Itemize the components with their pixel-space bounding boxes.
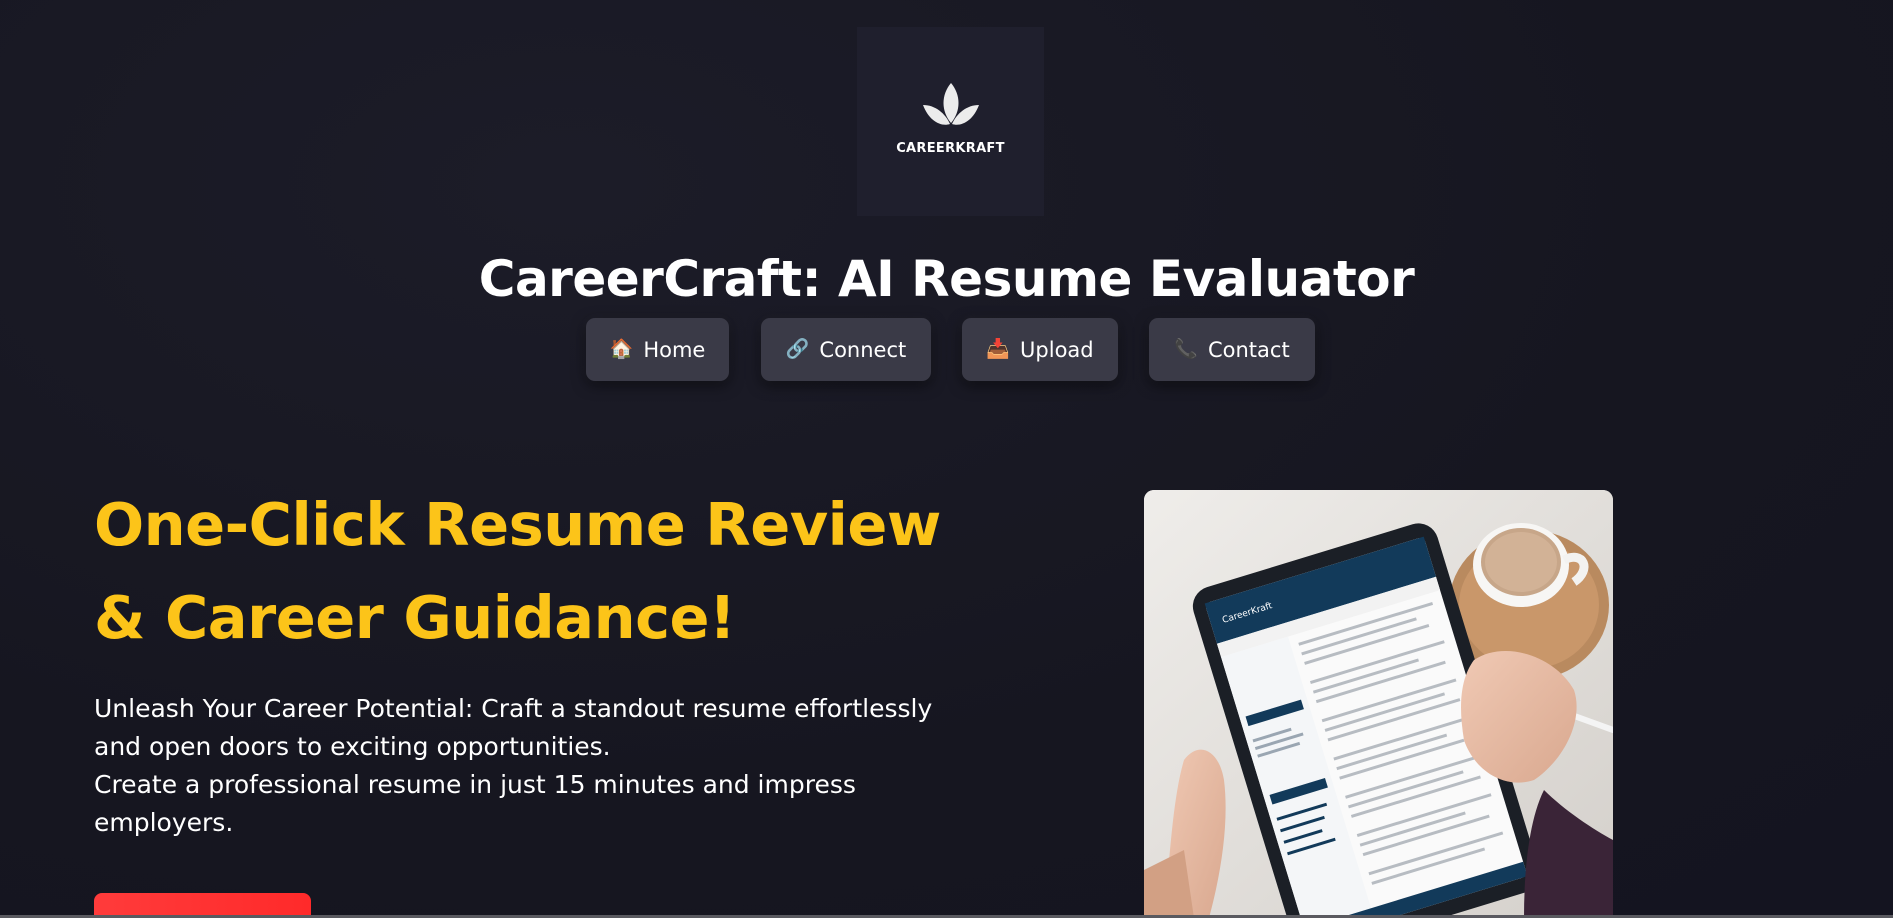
- leaf-logo-icon: [922, 83, 979, 125]
- nav-upload-button[interactable]: 📥 Upload: [962, 318, 1118, 381]
- hero-image: CareerKraft: [1144, 490, 1613, 918]
- nav-home-label: Home: [643, 337, 706, 362]
- house-icon: 🏠: [609, 338, 634, 360]
- nav-connect-label: Connect: [819, 337, 907, 362]
- nav-contact-button[interactable]: 📞 Contact: [1149, 318, 1315, 381]
- nav-home-button[interactable]: 🏠 Home: [586, 318, 729, 381]
- hero-text-line2: and open doors to exciting opportunities…: [94, 732, 611, 761]
- logo-text: CAREERKRAFT: [896, 141, 1005, 156]
- hero-description: Unleash Your Career Potential: Craft a s…: [94, 690, 954, 842]
- nav-connect-button[interactable]: 🔗 Connect: [761, 318, 931, 381]
- telephone-icon: 📞: [1174, 338, 1198, 360]
- site-title: CareerCraft: AI Resume Evaluator: [478, 250, 1415, 308]
- hero-text-line3: Create a professional resume in just 15 …: [94, 770, 856, 799]
- tablet-resume-illustration: CareerKraft: [1144, 490, 1613, 918]
- main-nav: 🏠 Home 🔗 Connect 📥 Upload 📞 Contact: [0, 318, 1893, 381]
- brand-logo[interactable]: CAREERKRAFT: [857, 27, 1044, 216]
- hero-text-line1: Unleash Your Career Potential: Craft a s…: [94, 694, 933, 723]
- hero-text-line4: employers.: [94, 808, 234, 837]
- hero-heading: One-Click Resume Review & Career Guidanc…: [94, 478, 994, 664]
- link-icon: 🔗: [785, 338, 810, 360]
- nav-upload-label: Upload: [1020, 337, 1094, 362]
- inbox-tray-icon: 📥: [986, 338, 1011, 360]
- hero-heading-line2: & Career Guidance!: [94, 583, 736, 652]
- hero-heading-line1: One-Click Resume Review: [94, 490, 941, 559]
- nav-contact-label: Contact: [1207, 337, 1290, 362]
